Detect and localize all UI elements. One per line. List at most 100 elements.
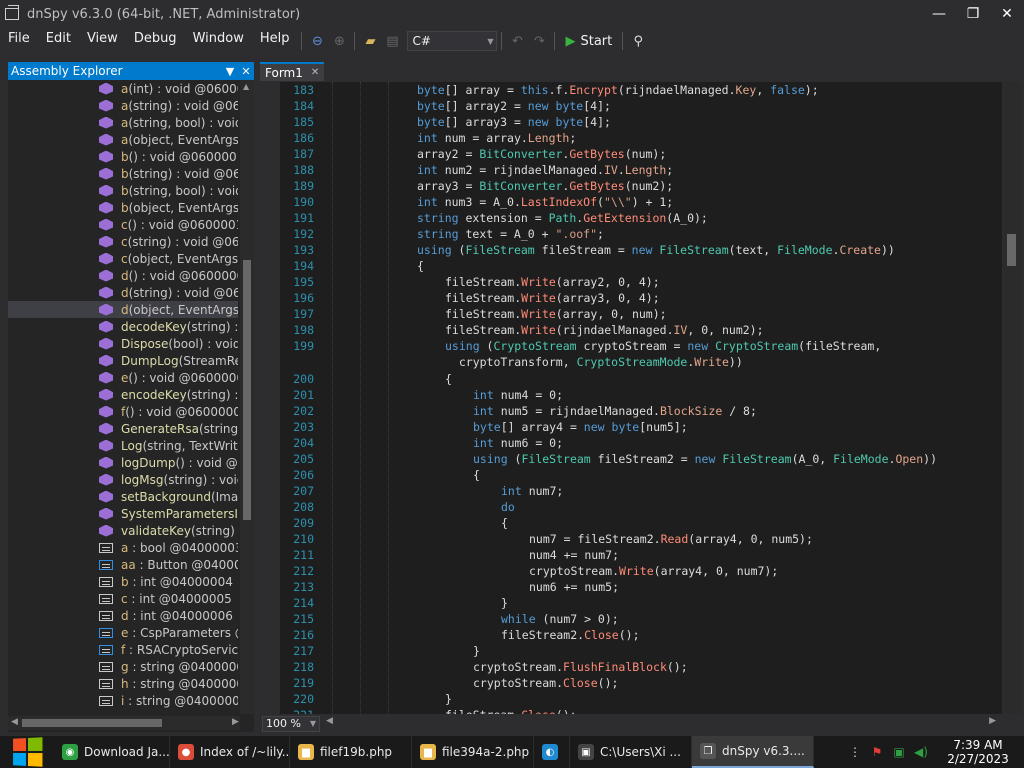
- code-text: int num4 = 0;: [473, 388, 564, 402]
- method-icon: [99, 320, 113, 333]
- volume-icon[interactable]: ◀): [910, 743, 932, 761]
- more-options-icon[interactable]: ⋮: [844, 743, 866, 761]
- taskbar-app[interactable]: ❐ dnSpy v6.3....: [692, 736, 814, 768]
- minimize-button[interactable]: —: [922, 0, 956, 28]
- tree-item[interactable]: a : bool @04000003: [8, 539, 238, 556]
- taskbar-app[interactable]: ▆ filef19b.php: [290, 736, 412, 768]
- taskbar-app[interactable]: ● Index of /~lily...: [170, 736, 290, 768]
- code-text: int num3 = A_0.LastIndexOf("\\") + 1;: [417, 195, 674, 209]
- tree-item[interactable]: Log(string, TextWrite: [8, 437, 238, 454]
- open-folder-icon[interactable]: ▰: [359, 30, 381, 52]
- tree-item[interactable]: c() : void @0600001: [8, 216, 238, 233]
- language-select[interactable]: C# ▼: [407, 31, 498, 51]
- tree-item[interactable]: a(string, bool) : void: [8, 114, 238, 131]
- menu-help[interactable]: Help: [252, 28, 298, 54]
- tree-item[interactable]: logDump() : void @06: [8, 454, 238, 471]
- clock[interactable]: 7:39 AM 2/27/2023: [932, 738, 1024, 766]
- windows-start-button[interactable]: [0, 736, 54, 768]
- tree-item[interactable]: a(int) : void @060000: [8, 80, 238, 97]
- flag-icon[interactable]: ⚑: [866, 743, 888, 761]
- editor-vertical-scrollbar[interactable]: [1003, 82, 1021, 714]
- tree-item[interactable]: logMsg(string) : void: [8, 471, 238, 488]
- undo-icon[interactable]: ↶: [506, 30, 528, 52]
- tree-item[interactable]: encodeKey(string) : s: [8, 386, 238, 403]
- code-line: 218 cryptoStream.FlushFinalBlock();: [280, 659, 1002, 675]
- search-icon[interactable]: ⚲: [627, 30, 649, 52]
- code-line: 202 int num5 = rijndaelManaged.BlockSize …: [280, 403, 1002, 419]
- menu-debug[interactable]: Debug: [126, 28, 185, 54]
- tree-item[interactable]: validateKey(string) : b: [8, 522, 238, 539]
- tree-item[interactable]: d(object, EventArgs): [8, 301, 238, 318]
- member-signature: (string, TextWrite: [142, 438, 238, 453]
- taskbar: ◉ Download Ja... ● Index of /~lily... ▆ filef…: [0, 736, 1024, 768]
- taskbar-app[interactable]: ◐: [534, 736, 570, 768]
- tree-item[interactable]: i : string @0400000B: [8, 692, 238, 709]
- tree-item[interactable]: e : CspParameters @: [8, 624, 238, 641]
- tree-item[interactable]: b(string, bool) : void: [8, 182, 238, 199]
- explorer-horizontal-scrollbar[interactable]: ◀ ▶: [8, 716, 240, 730]
- forward-arrow-icon[interactable]: ⊕: [328, 30, 350, 52]
- taskbar-app[interactable]: ▆ file394a-2.php: [412, 736, 534, 768]
- tree-item[interactable]: b(string) : void @060: [8, 165, 238, 182]
- code-text: string extension = Path.GetExtension(A_0…: [417, 211, 708, 225]
- scroll-right-icon[interactable]: ▶: [232, 717, 239, 727]
- tree-item[interactable]: d(string) : void @060: [8, 284, 238, 301]
- tree-item[interactable]: a(object, EventArgs): [8, 131, 238, 148]
- tree-item[interactable]: aa : Button @040000: [8, 556, 238, 573]
- method-icon: [99, 371, 113, 384]
- network-icon[interactable]: ▣: [888, 743, 910, 761]
- tab-form1[interactable]: Form1 ✕: [260, 62, 324, 81]
- scroll-left-icon[interactable]: ◀: [326, 716, 333, 726]
- explorer-scroll-thumb[interactable]: [243, 260, 251, 520]
- tree-item[interactable]: f() : void @0600000: [8, 403, 238, 420]
- tree-item[interactable]: GenerateRsa(string,: [8, 420, 238, 437]
- tree-item[interactable]: b : int @04000004: [8, 573, 238, 590]
- explorer-hscroll-thumb[interactable]: [22, 719, 162, 727]
- restore-button[interactable]: ❐: [956, 0, 990, 28]
- tree-item[interactable]: h : string @0400000A: [8, 675, 238, 692]
- tree-item[interactable]: b() : void @0600001: [8, 148, 238, 165]
- tree-item[interactable]: d() : void @0600000: [8, 267, 238, 284]
- member-signature: : bool @04000003: [128, 540, 238, 555]
- scroll-right-icon[interactable]: ▶: [989, 716, 996, 726]
- member-signature: (Image: [210, 489, 238, 504]
- save-all-icon[interactable]: ▤: [381, 30, 403, 52]
- redo-icon[interactable]: ↷: [528, 30, 550, 52]
- panel-close-icon[interactable]: ✕: [238, 65, 254, 78]
- explorer-vertical-scrollbar[interactable]: ▲: [240, 80, 254, 714]
- tree-item[interactable]: c : int @04000005: [8, 590, 238, 607]
- code-text: using (FileStream fileStream = new FileS…: [417, 243, 895, 257]
- back-arrow-icon[interactable]: ⊖: [306, 30, 328, 52]
- tree-item[interactable]: b(object, EventArgs): [8, 199, 238, 216]
- tree-item[interactable]: a(string) : void @060: [8, 97, 238, 114]
- menu-view[interactable]: View: [79, 28, 126, 54]
- tree-item[interactable]: e() : void @0600000: [8, 369, 238, 386]
- menu-window[interactable]: Window: [185, 28, 252, 54]
- code-text: int num6 = 0;: [473, 436, 564, 450]
- tree-item[interactable]: SystemParametersInf: [8, 505, 238, 522]
- zoom-select[interactable]: 100 % ▼: [262, 715, 320, 732]
- start-debug-button[interactable]: ▶ Start: [559, 34, 618, 49]
- scroll-left-icon[interactable]: ◀: [11, 717, 18, 727]
- scroll-up-icon[interactable]: ▲: [243, 82, 249, 91]
- menu-edit[interactable]: Edit: [38, 28, 79, 54]
- tree-item[interactable]: d : int @04000006: [8, 607, 238, 624]
- tree-item[interactable]: decodeKey(string) : s: [8, 318, 238, 335]
- menu-file[interactable]: File: [0, 28, 38, 54]
- windows-logo-icon: [13, 737, 43, 767]
- editor-scroll-thumb[interactable]: [1007, 234, 1016, 266]
- tree-item[interactable]: Dispose(bool) : void: [8, 335, 238, 352]
- tree-item[interactable]: setBackground(Image: [8, 488, 238, 505]
- panel-dropdown-icon[interactable]: ▼: [222, 65, 238, 78]
- tree-item[interactable]: c(string) : void @060: [8, 233, 238, 250]
- tree-item[interactable]: DumpLog(StreamRea: [8, 352, 238, 369]
- code-editor[interactable]: 183 byte[] array = this.f.Encrypt(rijndae…: [280, 82, 1002, 714]
- tree-item[interactable]: c(object, EventArgs): [8, 250, 238, 267]
- assembly-tree[interactable]: a(int) : void @060000 a(string) : void @0…: [8, 80, 238, 714]
- tab-close-icon[interactable]: ✕: [311, 67, 319, 78]
- close-button[interactable]: ✕: [990, 0, 1024, 28]
- tree-item[interactable]: g : string @0400000: [8, 658, 238, 675]
- tree-item[interactable]: f : RSACryptoService: [8, 641, 238, 658]
- taskbar-app[interactable]: ▣ C:\Users\Xi ...: [570, 736, 692, 768]
- taskbar-app[interactable]: ◉ Download Ja...: [54, 736, 170, 768]
